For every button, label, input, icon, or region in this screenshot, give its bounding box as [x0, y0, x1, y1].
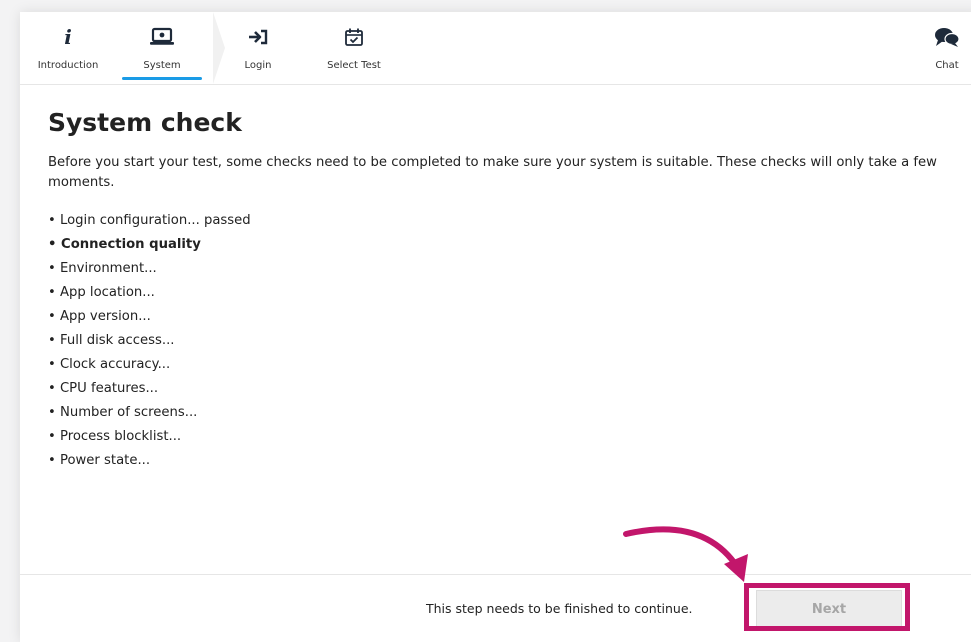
app-window: i Introduction System Login Select Test … [20, 12, 971, 642]
page-title: System check [48, 108, 242, 137]
nav-select-test[interactable]: Select Test [314, 12, 394, 84]
chat-icon [934, 22, 960, 52]
check-item: • Clock accuracy... [48, 357, 171, 372]
check-item: • CPU features... [48, 381, 159, 396]
laptop-icon [149, 22, 175, 52]
intro-text: Before you start your test, some checks … [48, 155, 937, 190]
nav-label: Login [244, 60, 272, 71]
active-tab-indicator [122, 77, 202, 80]
nav-introduction[interactable]: i Introduction [28, 12, 108, 84]
check-item: • Login configuration... passed [48, 213, 251, 228]
check-item: • Number of screens... [48, 405, 198, 420]
check-item: • Process blocklist... [48, 429, 182, 444]
footer-message: This step needs to be finished to contin… [426, 601, 693, 616]
info-icon: i [64, 25, 72, 49]
nav-login[interactable]: Login [220, 12, 296, 84]
login-icon [247, 22, 269, 52]
check-item: • Environment... [48, 261, 157, 276]
check-item: • App version... [48, 309, 151, 324]
annotation-arrow-icon [623, 526, 748, 582]
top-navigation: i Introduction System Login Select Test … [20, 12, 971, 85]
check-item-current: • Connection quality [48, 237, 201, 252]
nav-system[interactable]: System [120, 12, 204, 84]
calendar-check-icon [344, 22, 364, 52]
nav-label: Chat [935, 60, 959, 71]
annotation-highlight-box [744, 583, 910, 631]
nav-label: System [143, 60, 181, 71]
nav-chat[interactable]: Chat [922, 12, 971, 84]
check-item: • Power state... [48, 453, 151, 468]
main-content: System check Before you start your test,… [48, 108, 971, 473]
nav-label: Select Test [327, 60, 381, 71]
check-item: • App location... [48, 285, 155, 300]
check-item: • Full disk access... [48, 333, 175, 348]
checks-list: • Login configuration... passed • Connec… [48, 209, 971, 473]
nav-label: Introduction [37, 60, 99, 71]
